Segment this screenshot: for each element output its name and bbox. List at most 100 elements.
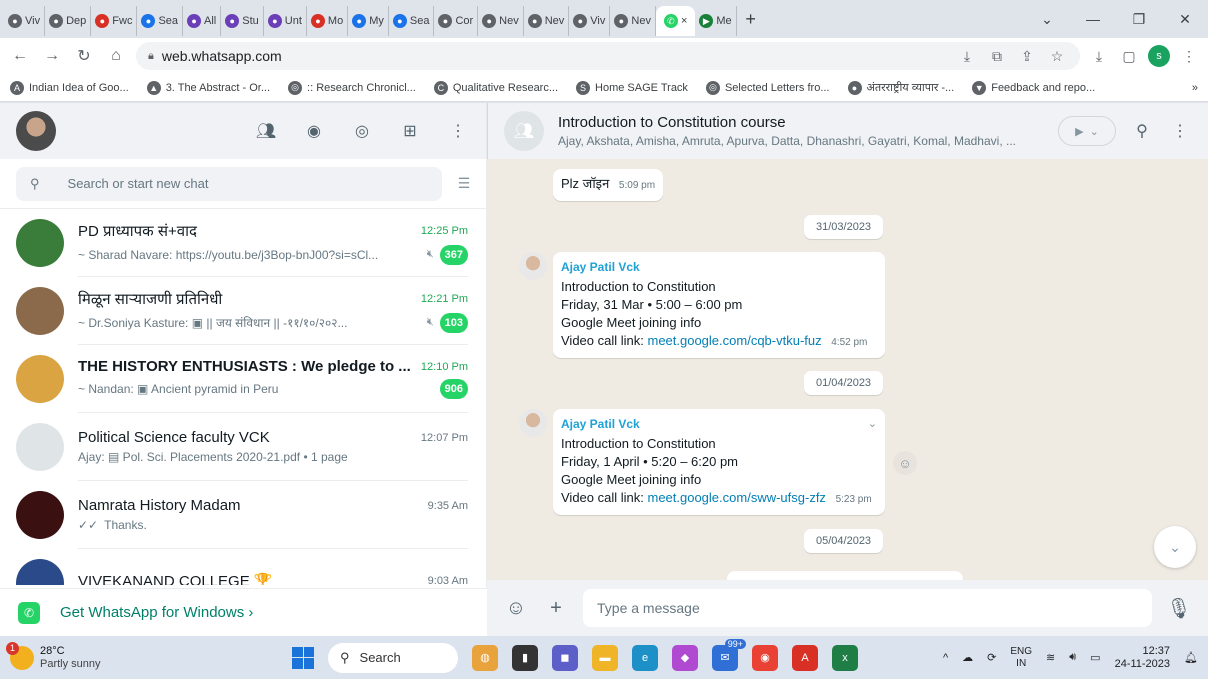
browser-tab[interactable]: ● Fwc xyxy=(91,6,138,36)
bookmark-item[interactable]: ● अंतरराष्ट्रीय व्यापार -... xyxy=(847,80,954,95)
volume-icon[interactable]: 🔊︎ xyxy=(1069,651,1076,664)
attach-plus-icon[interactable]: + xyxy=(543,597,569,620)
message-input[interactable] xyxy=(583,589,1152,627)
bookmark-item[interactable]: C Qualitative Researc... xyxy=(433,80,558,95)
profile-avatar[interactable]: s xyxy=(1148,45,1170,67)
side-panel-icon[interactable]: ▢ xyxy=(1118,48,1140,65)
browser-tab[interactable]: ● Unt xyxy=(264,6,307,36)
bookmarks-overflow-button[interactable]: » xyxy=(1192,82,1198,94)
teams-chat-icon[interactable]: ◼ xyxy=(552,644,578,671)
meet-link[interactable]: meet.google.com/sww-ufsg-zfz xyxy=(647,490,825,505)
browser-tab[interactable]: ● Nev xyxy=(524,6,570,36)
message-bubble[interactable]: Ajay Patil Vck Introduction to Constitut… xyxy=(553,252,885,358)
taskbar-search[interactable]: ⚲ Search xyxy=(328,642,458,673)
restore-icon[interactable]: ❐ xyxy=(1116,11,1162,28)
conversation-header[interactable]: 👥︎ Introduction to Constitution course A… xyxy=(487,103,1208,159)
bookmark-item[interactable]: ▲ 3. The Abstract - Or... xyxy=(146,80,270,95)
chat-list-item[interactable]: PD प्राध्यापक सं+वाद 12:25 Pm ~ Sharad Nav… xyxy=(0,209,486,277)
react-emoji-icon[interactable]: ☺ xyxy=(893,451,917,475)
chrome-icon[interactable]: ◉ xyxy=(752,644,778,671)
search-box[interactable]: ⚲ Search or start new chat xyxy=(16,166,442,201)
downloads-icon[interactable]: ⤓ xyxy=(1088,48,1110,65)
browser-tab[interactable]: ● Viv xyxy=(569,6,611,36)
communities-icon[interactable]: 👥︎ xyxy=(254,119,278,143)
sync-icon[interactable]: ⟳ xyxy=(987,651,996,664)
widgets-icon[interactable]: ◍ xyxy=(472,644,498,671)
reload-icon[interactable]: ↻ xyxy=(72,46,96,66)
clock[interactable]: 12:37 24-11-2023 xyxy=(1115,645,1170,671)
chat-avatar[interactable] xyxy=(16,355,64,403)
task-view-icon[interactable]: ▮ xyxy=(512,644,538,671)
scroll-down-button[interactable]: ⌄ xyxy=(1154,526,1196,568)
chat-avatar[interactable] xyxy=(16,219,64,267)
tray-overflow-icon[interactable]: ^ xyxy=(943,652,948,664)
back-icon[interactable]: ← xyxy=(8,47,32,65)
bookmark-star-icon[interactable]: ☆ xyxy=(1046,48,1068,65)
browser-tab[interactable]: ● Nev xyxy=(478,6,524,36)
acrobat-icon[interactable]: A xyxy=(792,644,818,671)
status-icon[interactable]: ◉ xyxy=(302,119,326,143)
chat-list-item[interactable]: Political Science faculty VCK 12:07 Pm Aja… xyxy=(0,413,486,481)
tab-meet[interactable]: ▶ Me xyxy=(695,6,737,36)
chat-list-item[interactable]: VIVEKANAND COLLEGE 🏆 9:03 Am xyxy=(0,549,486,585)
browser-tab[interactable]: ● Sea xyxy=(137,6,184,36)
browser-tab[interactable]: ● Viv xyxy=(4,6,46,36)
menu-icon[interactable]: ⋮ xyxy=(446,119,470,143)
notification-bell-icon[interactable]: 🔔︎ xyxy=(1184,651,1198,664)
chat-avatar[interactable] xyxy=(16,287,64,335)
address-bar[interactable]: 🔒︎ web.whatsapp.com ⤓ ⧉ ⇪ ☆ xyxy=(136,42,1080,70)
install-app-icon[interactable]: ⧉ xyxy=(986,48,1008,65)
microphone-icon[interactable]: 🎙︎ xyxy=(1166,596,1192,621)
bookmark-item[interactable]: A Indian Idea of Goo... xyxy=(10,80,129,95)
close-window-icon[interactable]: ✕ xyxy=(1162,11,1208,28)
browser-tab[interactable]: ● Stu xyxy=(221,6,264,36)
excel-icon[interactable]: x xyxy=(832,644,858,671)
bookmark-item[interactable]: ◎ Selected Letters fro... xyxy=(705,80,830,95)
tab-whatsapp-active[interactable]: ✆ × xyxy=(655,6,696,36)
copilot-icon[interactable]: ◆ xyxy=(672,644,698,671)
bookmark-item[interactable]: ▼ Feedback and repo... xyxy=(972,80,1095,95)
home-icon[interactable]: ⌂ xyxy=(104,47,128,65)
group-avatar[interactable]: 👥︎ xyxy=(504,111,544,151)
battery-icon[interactable]: ▭ xyxy=(1090,651,1100,664)
message-bubble[interactable]: ⌄ Ajay Patil Vck Introduction to Constit… xyxy=(553,409,885,515)
download-icon[interactable]: ⤓ xyxy=(956,48,978,65)
browser-tab[interactable]: ● Dep xyxy=(45,6,92,36)
chat-avatar[interactable] xyxy=(16,423,64,471)
file-explorer-icon[interactable]: ▬ xyxy=(592,644,618,671)
tab-search-icon[interactable]: ⌄ xyxy=(1024,11,1070,28)
search-messages-icon[interactable]: ⚲ xyxy=(1130,119,1154,143)
sender-avatar[interactable] xyxy=(519,252,547,280)
chat-list-item[interactable]: Namrata History Madam 9:35 Am ✓✓ Thanks. xyxy=(0,481,486,549)
channels-icon[interactable]: ◎ xyxy=(350,119,374,143)
browser-tab[interactable]: ● My xyxy=(348,6,389,36)
sender-avatar[interactable] xyxy=(519,409,547,437)
browser-tab[interactable]: ● All xyxy=(183,6,222,36)
browser-tab[interactable]: ● Nev xyxy=(610,6,656,36)
mail-icon[interactable]: ✉ 99+ xyxy=(712,638,746,671)
browser-tab[interactable]: ● Sea xyxy=(389,6,435,36)
forward-icon[interactable]: → xyxy=(40,47,64,65)
bookmark-item[interactable]: S Home SAGE Track xyxy=(576,80,688,95)
edge-icon[interactable]: e xyxy=(632,644,658,671)
search-input[interactable]: Search or start new chat xyxy=(68,176,209,191)
get-whatsapp-banner[interactable]: ✆ Get WhatsApp for Windows › xyxy=(0,588,487,636)
new-tab-button[interactable]: + xyxy=(737,9,765,30)
chat-list-item[interactable]: मिळून साऱ्याजणी प्रतिनिधी 12:21 Pm ~ Dr.So… xyxy=(0,277,486,345)
more-menu-icon[interactable]: ⋮ xyxy=(1178,48,1200,65)
browser-tab[interactable]: ● Mo xyxy=(307,6,349,36)
message-bubble[interactable]: Plz जॉइन 5:09 pm xyxy=(553,169,664,201)
bookmark-item[interactable]: ◎:: Research Chronicl... xyxy=(288,80,416,95)
tab-close-button[interactable]: × xyxy=(681,15,687,27)
weather-widget[interactable]: 1 28°C Partly sunny xyxy=(6,641,210,671)
meet-link[interactable]: meet.google.com/cqb-vtku-fuz xyxy=(647,333,821,348)
message-bubble[interactable] xyxy=(727,571,963,580)
emoji-icon[interactable]: ☺ xyxy=(503,597,529,620)
minimize-icon[interactable]: — xyxy=(1070,11,1116,27)
filter-icon[interactable]: ☰ xyxy=(454,175,474,192)
chat-list-item[interactable]: THE HISTORY ENTHUSIASTS : We pledge to .… xyxy=(0,345,486,413)
browser-tab[interactable]: ● Cor xyxy=(434,6,479,36)
conversation-menu-icon[interactable]: ⋮ xyxy=(1168,119,1192,143)
sender-name[interactable]: Ajay Patil Vck xyxy=(561,415,877,433)
message-options-chevron-icon[interactable]: ⌄ xyxy=(868,415,877,433)
